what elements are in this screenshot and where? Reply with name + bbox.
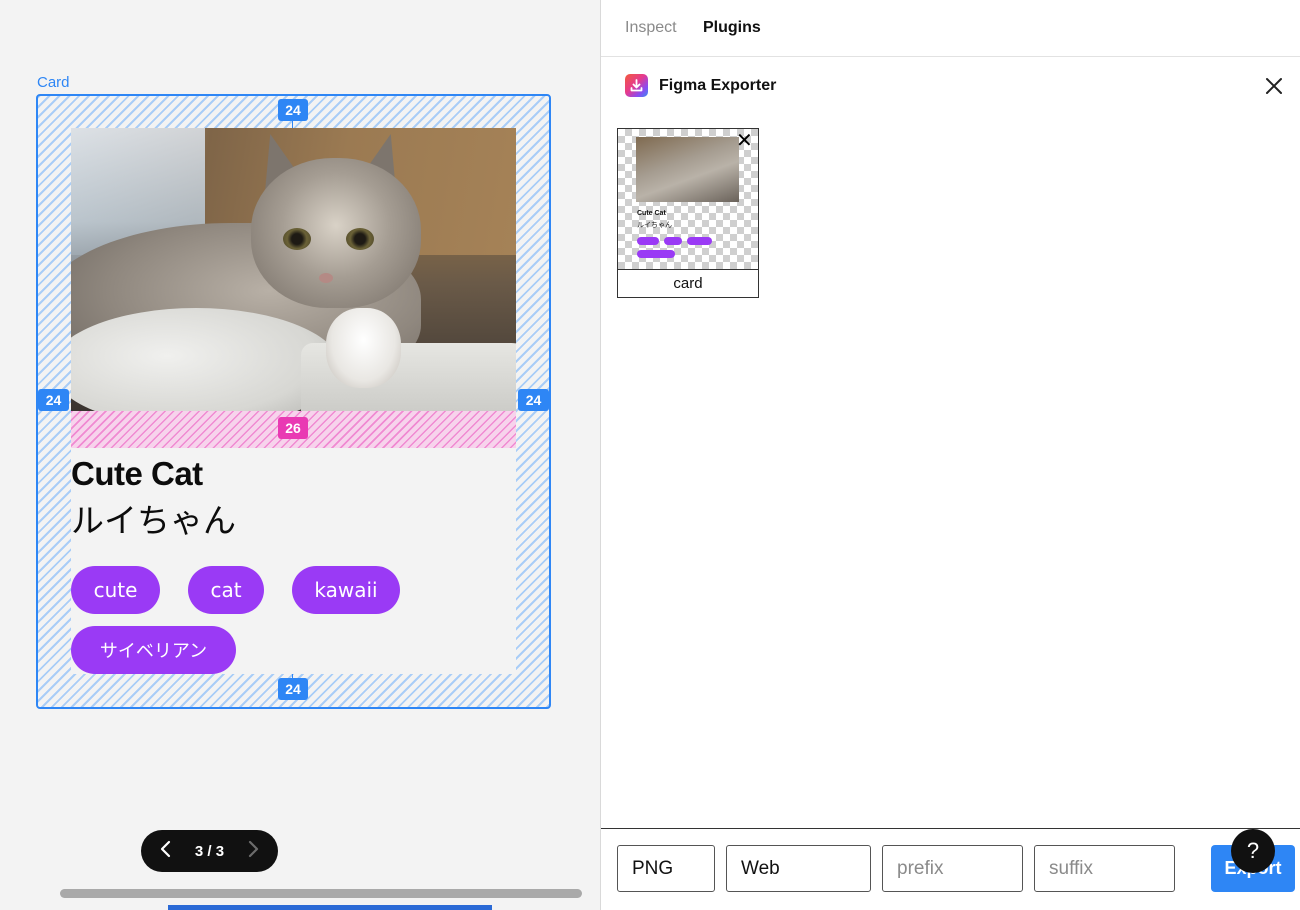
preset-select[interactable]: Web <box>726 845 871 892</box>
right-panel: Inspect Plugins Figma Exporter Cute Cat … <box>600 0 1300 910</box>
thumbnail-photo <box>636 137 739 202</box>
design-canvas[interactable]: Card Cute Cat ルイちゃん cute cat kawaii サイベリ… <box>0 0 600 910</box>
thumbnail-label: card <box>618 269 758 297</box>
page-navigator: 3 / 3 <box>141 830 278 872</box>
thumbnail-tag <box>637 237 659 245</box>
plugin-header: Figma Exporter <box>601 58 1300 114</box>
chevron-right-icon[interactable] <box>244 840 264 862</box>
plugin-title: Figma Exporter <box>659 77 777 94</box>
thumbnail-preview: Cute Cat ルイちゃん ✕ <box>618 129 758 269</box>
padding-bottom-measure: 24 <box>278 678 308 700</box>
cat-photo[interactable] <box>71 128 516 411</box>
tab-plugins[interactable]: Plugins <box>703 19 761 37</box>
tag-chip: kawaii <box>292 566 400 614</box>
thumbnail-subtitle: ルイちゃん <box>637 222 672 229</box>
thumbnail-tag <box>637 250 675 258</box>
prefix-input[interactable]: prefix <box>882 845 1023 892</box>
tag-chip: サイベリアン <box>71 626 236 674</box>
thumbnail-tag <box>687 237 712 245</box>
thumbnail-title: Cute Cat <box>637 210 666 217</box>
help-button[interactable]: ? <box>1231 829 1275 873</box>
export-footer: PNG Web prefix suffix Export ? <box>601 828 1300 910</box>
close-icon[interactable]: ✕ <box>736 131 753 151</box>
suffix-input[interactable]: suffix <box>1034 845 1175 892</box>
close-icon[interactable] <box>1263 75 1285 97</box>
download-icon <box>625 74 648 97</box>
thumbnail-tag <box>664 237 682 245</box>
card-subtitle: ルイちゃん <box>71 501 236 540</box>
format-select[interactable]: PNG <box>617 845 715 892</box>
bottom-indicator <box>168 905 492 910</box>
tag-chip: cat <box>188 566 264 614</box>
export-thumbnail[interactable]: Cute Cat ルイちゃん ✕ card <box>617 128 759 298</box>
tab-inspect[interactable]: Inspect <box>625 19 677 37</box>
padding-right-measure: 24 <box>518 389 549 411</box>
chevron-left-icon[interactable] <box>155 840 175 862</box>
panel-tabs: Inspect Plugins <box>601 0 1300 57</box>
padding-guide-top <box>292 121 293 128</box>
page-count: 3 / 3 <box>194 842 225 860</box>
item-gap-measure: 26 <box>278 417 308 439</box>
padding-top-measure: 24 <box>278 99 308 121</box>
frame-label[interactable]: Card <box>37 74 70 91</box>
padding-left-measure: 24 <box>38 389 69 411</box>
tag-chip: cute <box>71 566 160 614</box>
card-title: Cute Cat <box>71 455 203 492</box>
horizontal-scrollbar[interactable] <box>60 889 582 898</box>
